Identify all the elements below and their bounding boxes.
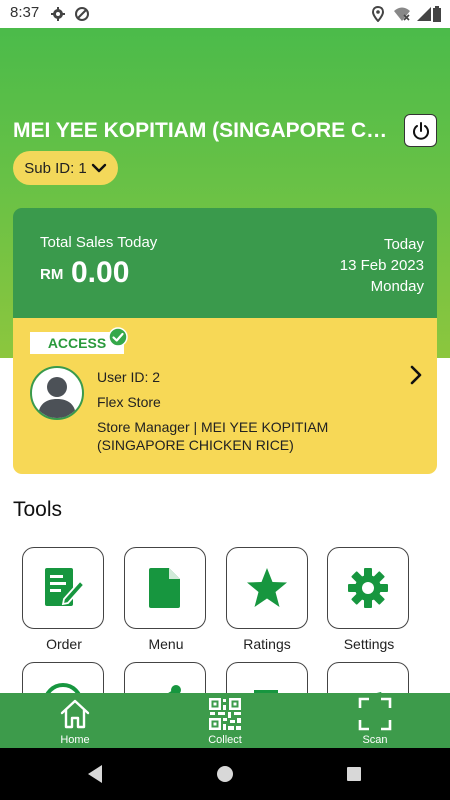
tool-ratings-button[interactable] [226,547,308,629]
verified-check-icon [108,327,128,347]
weekday-label: Monday [370,278,424,295]
store-type: Flex Store [97,394,161,410]
tool-settings-button[interactable] [327,547,409,629]
tool-order-button[interactable] [22,547,104,629]
nav-home[interactable]: Home [15,693,135,748]
user-id: User ID: 2 [97,369,161,385]
store-name: MEI YEE KOPITIAM (SINGAPORE CHICKEN RICE… [13,119,398,142]
access-card[interactable]: ACCESS User ID: 2 Flex Store Store Manag… [13,318,437,474]
status-time: 8:37 [10,4,40,21]
date-label: 13 Feb 2023 [339,257,424,274]
chevron-down-icon [91,163,106,173]
nav-home-label: Home [60,734,90,746]
tool-settings-label: Settings [343,636,395,652]
tool-menu-label: Menu [148,636,184,652]
user-silhouette-icon [38,377,76,418]
nav-collect-label: Collect [208,734,242,746]
location-icon [371,6,385,22]
date-block: Today 13 Feb 2023 Monday [340,234,424,297]
sales-label: Total Sales Today [40,234,158,251]
app-screen: 8:37 MEI YEE KOPITIAM (SINGAPORE CHICKEN… [0,0,450,800]
settings-gear-icon [51,7,65,21]
tool-ratings-label: Ratings [243,636,291,652]
scan-frame-icon [358,697,392,731]
system-navigation-bar [0,748,450,800]
tool-order-label: Order [46,636,82,652]
qr-code-icon [209,698,241,730]
avatar [30,366,84,420]
sub-id-selector[interactable]: Sub ID: 1 [13,151,118,185]
nav-scan-label: Scan [362,734,388,746]
logout-button[interactable] [404,114,437,147]
battery-icon [433,6,441,22]
gear-icon [348,568,388,608]
day-label: Today [383,236,424,253]
back-icon[interactable] [86,764,104,784]
status-bar: 8:37 [0,0,450,28]
signal-icon [417,7,431,21]
sub-id-label: Sub ID: 1 [24,159,87,177]
tool-menu-button[interactable] [124,547,206,629]
order-form-icon [45,568,86,606]
recents-icon[interactable] [346,766,362,782]
power-icon [412,121,429,140]
home-icon [60,699,90,729]
sales-summary-card: Total Sales Today RM 0.00 Today 13 Feb 2… [13,208,437,318]
sales-amount: 0.00 [71,256,130,289]
data-saver-icon [75,7,89,21]
user-role: Store Manager | MEI YEE KOPITIAM (SINGAP… [97,419,329,453]
home-circle-icon[interactable] [216,765,234,783]
star-icon [247,568,287,607]
nav-scan[interactable]: Scan [315,693,435,748]
sales-currency: RM [40,266,64,283]
nav-collect[interactable]: Collect [165,693,285,748]
document-icon [149,568,180,608]
chevron-right-icon[interactable] [409,364,423,386]
tools-heading: Tools [13,498,63,521]
bottom-navigation: Home Collect Scan [0,693,450,748]
wifi-icon [394,7,410,21]
